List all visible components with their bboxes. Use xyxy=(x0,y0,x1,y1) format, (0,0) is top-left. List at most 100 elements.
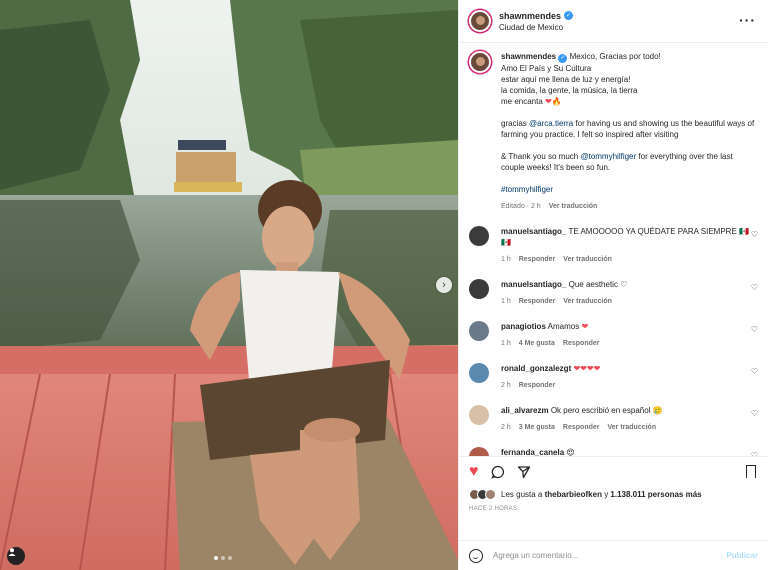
comment-body: ali_alvarezm Ok pero escribió en español… xyxy=(501,405,751,433)
comment-username[interactable]: ronald_gonzalezgt xyxy=(501,364,571,373)
comment-time: 1 h xyxy=(501,298,511,305)
caption-text-segment: & Thank you so much xyxy=(501,152,579,161)
comment-item: ronald_gonzalezgt ❤❤❤❤ 2 h Responder ♡ xyxy=(469,363,758,391)
comment-like-icon[interactable]: ♡ xyxy=(751,283,758,292)
comment-meta: 1 h Responder Ver traducción xyxy=(501,254,751,265)
comment-text: Ok pero escribió en español xyxy=(550,406,651,415)
post-photo[interactable]: › xyxy=(0,0,458,570)
caption-text: shawnmendes ✓ Mexico, Gracias por todo! … xyxy=(501,51,758,212)
comment-like-icon[interactable]: ♡ xyxy=(751,325,758,334)
action-icons: ♥ xyxy=(469,463,758,481)
mention-link[interactable]: @arca.tierra xyxy=(529,119,573,128)
comment-line: fernanda_canela 😍 xyxy=(501,447,751,456)
carousel-indicator xyxy=(214,556,232,560)
comment-list: manuelsantiago_ TE AMOOOOO YA QUÉDATE PA… xyxy=(469,226,758,456)
comment-line: ronald_gonzalezgt ❤❤❤❤ xyxy=(501,363,751,374)
caption-paragraph-3: & Thank you so much @tommyhilfiger for e… xyxy=(501,151,758,173)
translate-button[interactable]: Ver traducción xyxy=(607,422,656,433)
comment-emoji: 😍 xyxy=(566,448,575,456)
comment-body: ronald_gonzalezgt ❤❤❤❤ 2 h Responder xyxy=(501,363,751,391)
comment-line: ali_alvarezm Ok pero escribió en español… xyxy=(501,405,751,416)
comment-time: 2 h xyxy=(501,382,511,389)
post-actions: ♥ Les gusta a thebarbieofken y 1.138.011… xyxy=(459,456,768,540)
comment-likes[interactable]: 3 Me gusta xyxy=(519,422,555,433)
comment-icon[interactable] xyxy=(490,465,505,479)
caption-meta: Editado · 2 h Ver traducción xyxy=(501,201,758,212)
reply-button[interactable]: Responder xyxy=(519,254,556,265)
heart-icon[interactable]: ♥ xyxy=(469,464,479,480)
comment-username[interactable]: panagiotios xyxy=(501,322,546,331)
comment-emoji: ❤ xyxy=(581,322,589,331)
comment-text: Que aesthetic xyxy=(568,280,618,289)
emoji-icon[interactable] xyxy=(469,548,483,563)
comments-feed[interactable]: shawnmendes ✓ Mexico, Gracias por todo! … xyxy=(459,43,768,456)
caption-paragraph-2: gracias @arca.tierra for having us and s… xyxy=(501,118,758,140)
comment-item: panagiotios Amamos ❤ 1 h 4 Me gusta Respond… xyxy=(469,321,758,349)
translate-button[interactable]: Ver traducción xyxy=(563,254,612,265)
likes-summary[interactable]: Les gusta a thebarbieofken y 1.138.011 p… xyxy=(469,489,758,500)
reply-button[interactable]: Responder xyxy=(519,296,556,307)
caption-line-2: Amo El País y Su Cultura xyxy=(501,64,592,73)
heart-emoji-icon: ❤ xyxy=(545,97,552,106)
comment-like-icon[interactable]: ♡ xyxy=(751,409,758,418)
comment-likes[interactable]: 4 Me gusta xyxy=(519,338,555,349)
verified-icon: ✓ xyxy=(558,54,568,63)
comment-emoji: ❤❤❤❤ xyxy=(573,364,601,373)
comment-avatar[interactable] xyxy=(469,321,489,341)
reply-button[interactable]: Responder xyxy=(563,338,600,349)
comment-avatar[interactable] xyxy=(469,447,489,456)
likes-count[interactable]: 1.138.011 personas más xyxy=(610,490,701,499)
comment-body: manuelsantiago_ Que aesthetic ♡ 1 h Respon… xyxy=(501,279,751,307)
comment-username[interactable]: fernanda_canela xyxy=(501,448,564,456)
comment-body: manuelsantiago_ TE AMOOOOO YA QUÉDATE PA… xyxy=(501,226,751,265)
comment-text: Amamos xyxy=(547,322,580,331)
comment-text: TE AMOOOOO YA QUÉDATE PARA SIEMPRE xyxy=(568,227,737,236)
likes-user[interactable]: thebarbieofken xyxy=(545,490,602,499)
next-photo-button[interactable]: › xyxy=(436,277,452,293)
author-username[interactable]: shawnmendes xyxy=(499,11,561,21)
carousel-dot xyxy=(221,556,225,560)
comment-body: fernanda_canela 😍1 h1 Me gustaResponder xyxy=(501,447,751,456)
liker-avatar xyxy=(485,489,496,500)
verified-icon: ✓ xyxy=(564,11,574,20)
caption-avatar[interactable] xyxy=(469,51,491,73)
reply-button[interactable]: Responder xyxy=(563,422,600,433)
comment-time: 1 h xyxy=(501,340,511,347)
post-location[interactable]: Ciudad de Mexico xyxy=(499,23,573,32)
more-icon[interactable]: ··· xyxy=(739,12,756,28)
comment-meta: 2 h 3 Me gusta Responder Ver traducción xyxy=(501,422,751,433)
comment-username[interactable]: manuelsantiago_ xyxy=(501,227,566,236)
caption-username[interactable]: shawnmendes xyxy=(501,52,556,61)
author-avatar[interactable] xyxy=(469,10,491,32)
reply-button[interactable]: Responder xyxy=(519,380,556,391)
carousel-dot xyxy=(228,556,232,560)
share-icon[interactable] xyxy=(517,465,531,479)
author-name-row: shawnmendes ✓ xyxy=(499,11,574,21)
user-tag-icon xyxy=(8,548,16,556)
comment-body: panagiotios Amamos ❤ 1 h 4 Me gusta Respond… xyxy=(501,321,751,349)
comment-avatar[interactable] xyxy=(469,363,489,383)
caption-edited: Editado · 2 h xyxy=(501,203,541,210)
comment-avatar[interactable] xyxy=(469,226,489,246)
caption-translate[interactable]: Ver traducción xyxy=(549,201,598,212)
mention-link[interactable]: @tommyhilfiger xyxy=(580,152,636,161)
comment-like-icon[interactable]: ♡ xyxy=(751,230,758,239)
user-tag-button[interactable] xyxy=(7,547,25,565)
translate-button[interactable]: Ver traducción xyxy=(563,296,612,307)
comment-line: manuelsantiago_ TE AMOOOOO YA QUÉDATE PA… xyxy=(501,226,751,248)
comment-emoji: ♡ xyxy=(620,280,628,289)
comment-input[interactable]: Agrega un comentario... xyxy=(493,551,726,560)
post-side-panel: shawnmendes ✓ Ciudad de Mexico ··· shawn… xyxy=(458,0,768,570)
caption-line-3: estar aquí me llena de luz y energía! xyxy=(501,75,631,84)
comment-avatar[interactable] xyxy=(469,405,489,425)
comment-like-icon[interactable]: ♡ xyxy=(751,367,758,376)
comment-username[interactable]: ali_alvarezm xyxy=(501,406,549,415)
hashtag-link[interactable]: #tommyhilfiger xyxy=(501,184,758,195)
caption-line-4: la comida, la gente, la música, la tierr… xyxy=(501,86,638,95)
bookmark-icon[interactable] xyxy=(746,465,756,478)
comment-username[interactable]: manuelsantiago_ xyxy=(501,280,566,289)
posted-time: HACE 2 HORAS xyxy=(469,506,518,512)
comment-avatar[interactable] xyxy=(469,279,489,299)
publish-button[interactable]: Publicar xyxy=(726,551,758,560)
comment-item: ali_alvarezm Ok pero escribió en español… xyxy=(469,405,758,433)
